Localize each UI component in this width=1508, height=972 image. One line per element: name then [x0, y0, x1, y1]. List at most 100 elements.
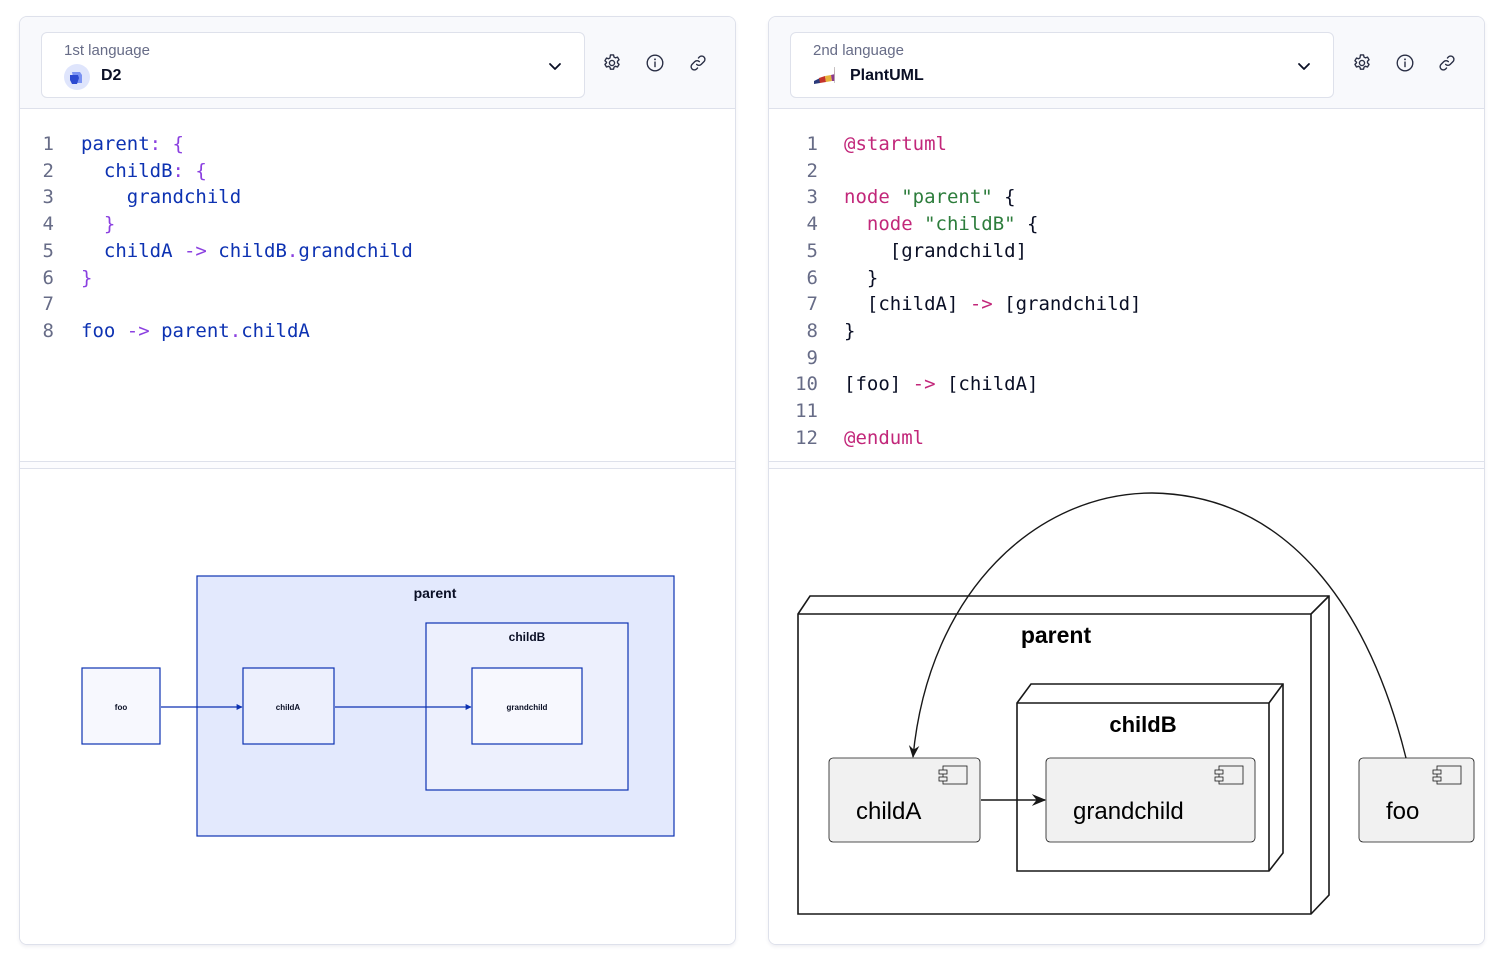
code-text: parent: { — [81, 131, 184, 158]
code-token: grandchild — [298, 239, 413, 262]
code-line[interactable]: 12 @enduml — [769, 425, 1484, 452]
line-number: 7 — [42, 293, 54, 316]
plantuml-label-grandchild: grandchild — [1073, 798, 1184, 825]
line-number: 8 — [806, 319, 818, 342]
settings-button[interactable] — [1351, 52, 1373, 74]
code-line[interactable]: 8 foo -> parent.childA — [20, 318, 735, 345]
editor-panel-first: 1st language D2 1 parent: {2 childB: {… — [19, 16, 736, 945]
link-icon — [1436, 55, 1458, 78]
language-select-second[interactable]: 2nd language PlantUML — [790, 32, 1334, 98]
share-link-button[interactable] — [687, 52, 709, 74]
code-token: "parent" — [901, 186, 993, 209]
plantuml-label-parent: parent — [1021, 622, 1092, 648]
code-text: [childA] -> [grandchild] — [844, 291, 1142, 318]
code-line[interactable]: 7 — [20, 291, 735, 318]
code-text: } — [81, 211, 115, 238]
code-token: [foo] — [844, 373, 913, 396]
code-token: node — [844, 213, 925, 236]
component-icon — [1214, 765, 1244, 785]
code-text: } — [844, 318, 855, 345]
line-number: 12 — [795, 426, 818, 449]
selected-language: D2 — [101, 67, 122, 84]
code-text: foo -> parent.childA — [81, 318, 310, 345]
d2-label-foo: foo — [115, 703, 128, 712]
code-text: node "childB" { — [844, 211, 1039, 238]
code-line[interactable]: 4 node "childB" { — [769, 211, 1484, 238]
code-token: [grandchild] — [992, 293, 1142, 316]
code-line[interactable]: 9 — [769, 345, 1484, 372]
code-editor-first[interactable]: 1 parent: {2 childB: {3 grandchild 4 } 5 ch… — [20, 109, 735, 461]
code-text: grandchild — [81, 184, 241, 211]
code-line[interactable]: 5 childA -> childB.grandchild — [20, 238, 735, 265]
info-button[interactable] — [1394, 52, 1416, 74]
code-token: } — [81, 266, 93, 289]
line-number: 1 — [806, 133, 818, 155]
code-token: @startuml — [844, 133, 947, 155]
component-icon — [938, 765, 968, 785]
gear-icon — [601, 54, 623, 78]
line-number: 2 — [806, 159, 818, 182]
code-token: { — [1015, 213, 1039, 236]
chevron-down-icon — [546, 57, 564, 75]
line-number: 3 — [806, 186, 818, 209]
gear-icon — [1351, 54, 1373, 78]
line-number: 2 — [42, 159, 54, 182]
code-token: parent — [149, 319, 230, 342]
code-line[interactable]: 6} — [20, 265, 735, 292]
line-number: 10 — [795, 373, 818, 396]
code-token: childB — [81, 159, 173, 182]
line-number: 8 — [42, 319, 54, 342]
code-line[interactable]: 8} — [769, 318, 1484, 345]
plantuml-component-foo: foo — [1358, 757, 1475, 843]
code-editor-second[interactable]: 1 @startuml 2 3 node "parent" {4 node "child… — [769, 109, 1484, 461]
language-select-first[interactable]: 1st language D2 — [41, 32, 585, 98]
code-line[interactable]: 5 [grandchild] — [769, 238, 1484, 265]
code-token: -> — [183, 239, 207, 262]
share-link-button[interactable] — [1436, 52, 1458, 74]
code-text: node "parent" { — [844, 184, 1016, 211]
line-number: 1 — [42, 133, 54, 155]
code-line[interactable]: 1 parent: { — [20, 131, 735, 158]
code-line[interactable]: 2 — [769, 158, 1484, 185]
code-line[interactable]: 2 childB: { — [20, 158, 735, 185]
code-text: [foo] -> [childA] — [844, 371, 1038, 398]
code-token: @enduml — [844, 426, 925, 449]
plantuml-component-grandchild: grandchild — [1045, 757, 1256, 843]
code-line[interactable]: 3 node "parent" { — [769, 184, 1484, 211]
code-token: node — [844, 186, 902, 209]
panel-header: 2nd language PlantUML — [769, 17, 1484, 109]
code-token: -> — [912, 373, 936, 396]
code-line[interactable]: 10 [foo] -> [childA] — [769, 371, 1484, 398]
code-line[interactable]: 7 [childA] -> [grandchild] — [769, 291, 1484, 318]
code-line[interactable]: 1 @startuml — [769, 131, 1484, 158]
link-icon — [687, 55, 709, 78]
line-number: 6 — [806, 266, 818, 289]
diagram-preview-second: parent childB childA grandchild foo — [769, 469, 1484, 944]
code-token: } — [844, 266, 879, 289]
chevron-down-icon — [1295, 57, 1313, 75]
code-line[interactable]: 11 — [769, 398, 1484, 425]
code-line[interactable]: 6 } — [769, 265, 1484, 292]
code-text: @startuml — [844, 131, 947, 158]
panel-divider[interactable] — [20, 461, 735, 469]
code-line[interactable]: 3 grandchild — [20, 184, 735, 211]
panel-divider[interactable] — [769, 461, 1484, 469]
settings-button[interactable] — [601, 52, 623, 74]
code-text: @enduml — [844, 425, 924, 452]
code-text: childB: { — [81, 158, 207, 185]
d2-label-childA: childA — [276, 703, 301, 712]
code-token: -> — [126, 319, 150, 342]
language-select-label: 2nd language — [813, 42, 904, 59]
code-token: foo — [81, 319, 127, 342]
info-button[interactable] — [644, 52, 666, 74]
plantuml-component-childA: childA — [828, 757, 981, 843]
line-number: 5 — [42, 239, 54, 262]
language-select-label: 1st language — [64, 42, 150, 59]
line-number: 7 — [806, 293, 818, 316]
code-token: } — [81, 213, 116, 236]
line-number: 6 — [42, 266, 54, 289]
panel-header: 1st language D2 — [20, 17, 735, 109]
code-line[interactable]: 4 } — [20, 211, 735, 238]
d2-label-parent: parent — [414, 585, 457, 601]
code-text: childA -> childB.grandchild — [81, 238, 413, 265]
